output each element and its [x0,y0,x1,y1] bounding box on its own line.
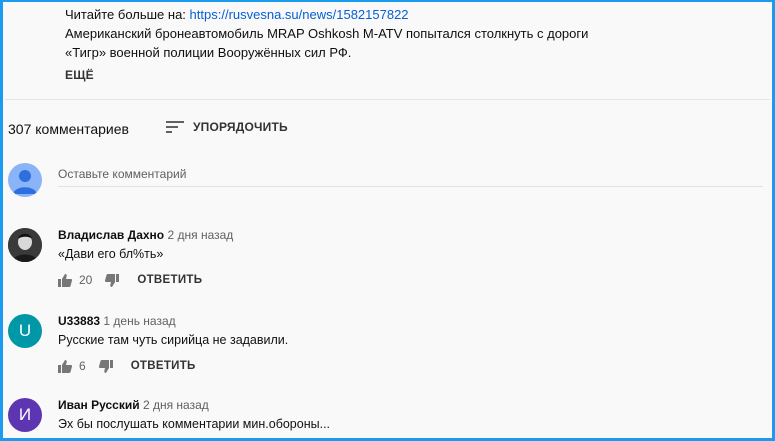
reply-button[interactable]: ОТВЕТИТЬ [131,360,196,372]
comment-input-placeholder: Оставьте комментарий [58,167,187,181]
show-more-button[interactable]: ЕЩЁ [65,68,94,82]
news-link[interactable]: https://rusvesna.su/news/1582157822 [190,7,409,22]
comment-time[interactable]: 1 день назад [103,314,175,328]
like-button[interactable] [58,273,72,287]
sort-label: УПОРЯДОЧИТЬ [193,120,288,134]
comment-author[interactable]: Владислав Дахно [58,228,164,242]
comment-time[interactable]: 2 дня назад [167,228,233,242]
read-more-prefix: Читайте больше на: [65,7,186,22]
thumb-down-icon [105,273,120,287]
description-line-1: Американский бронеавтомобиль MRAP Oshkos… [65,26,589,41]
read-more-line: Читайте больше на: https://rusvesna.su/n… [65,5,588,24]
comment-actions: 20 ОТВЕТИТЬ [58,273,202,287]
screenshot-frame [0,0,775,441]
like-button[interactable] [58,359,72,373]
divider [5,99,770,100]
comment-time[interactable]: 2 дня назад [143,398,209,412]
author-avatar[interactable]: U [8,314,42,348]
comment-header: U33883 1 день назад [58,314,176,328]
like-count: 6 [79,359,86,373]
comment-author[interactable]: Иван Русский [58,398,140,412]
thumb-up-icon [58,359,72,373]
like-count: 20 [79,273,93,287]
author-avatar[interactable]: И [8,398,42,432]
comment-text: Эх бы послушать комментарии мин.обороны.… [58,417,331,431]
avatar-letter: И [18,405,32,424]
comment-input[interactable]: Оставьте комментарий [58,164,763,187]
comment-header: Иван Русский 2 дня назад [58,398,209,412]
author-photo-icon [8,228,42,262]
dislike-button[interactable] [98,359,113,373]
comment-text: Русские там чуть сирийца не задавили. [58,333,289,347]
reply-button[interactable]: ОТВЕТИТЬ [137,274,202,286]
comment-author[interactable]: U33883 [58,314,100,328]
video-description: Читайте больше на: https://rusvesna.su/n… [65,5,588,62]
author-avatar[interactable] [8,228,42,262]
comment-header: Владислав Дахно 2 дня назад [58,228,233,242]
thumb-up-icon [58,273,72,287]
sort-button[interactable]: УПОРЯДОЧИТЬ [166,120,288,134]
dislike-button[interactable] [105,273,120,287]
comment-count: 307 комментариев [8,121,129,137]
description-line-2: «Тигр» военной полиции Вооружённых сил Р… [65,45,352,60]
person-icon [13,170,37,194]
sort-icon [166,121,184,133]
thumb-down-icon [98,359,113,373]
comment-actions: 6 ОТВЕТИТЬ [58,359,196,373]
comment-text: «Дави его бл%ть» [58,247,164,261]
my-avatar [8,163,42,197]
avatar-letter: U [18,321,32,340]
